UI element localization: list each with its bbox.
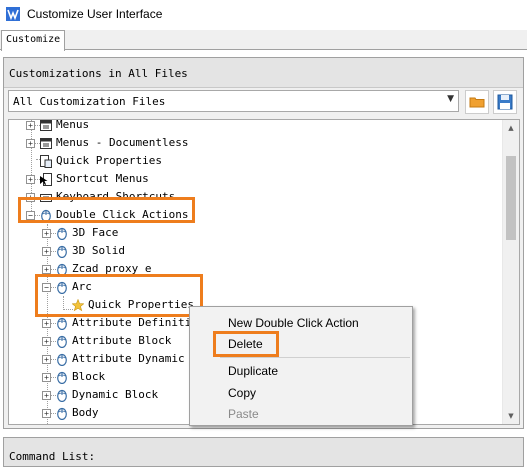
tree-node[interactable]: + Zcad_proxy_e <box>9 260 499 278</box>
expand-icon[interactable]: + <box>42 265 51 274</box>
title-bar: Customize User Interface <box>0 0 527 30</box>
tree-node-label: Arc <box>72 280 92 293</box>
mouse-icon <box>56 317 68 331</box>
star-icon <box>71 298 85 312</box>
open-file-button[interactable] <box>465 90 489 114</box>
customization-file-select[interactable]: All Customization Files ▼ <box>8 90 459 112</box>
tree-node-label: Dynamic Block <box>72 388 159 401</box>
save-icon <box>497 94 513 110</box>
expand-icon[interactable]: + <box>42 247 51 256</box>
tree-node-label: 3D Solid <box>72 244 125 257</box>
tree-node-label: Attribute Dynamic B <box>72 352 198 365</box>
tree-scrollbar[interactable]: ▲ ▼ <box>502 120 519 424</box>
menu-item-copy[interactable]: Copy <box>190 383 412 403</box>
quick-properties-icon <box>40 155 52 168</box>
menu-icon <box>40 120 52 132</box>
tree-node[interactable]: − Double Click Actions <box>9 206 499 224</box>
mouse-icon <box>56 353 68 367</box>
mouse-icon <box>56 227 68 241</box>
expand-icon[interactable]: + <box>26 121 35 130</box>
scroll-down-icon[interactable]: ▼ <box>503 408 519 424</box>
tree-node[interactable]: +3D Solid <box>9 242 499 260</box>
menu-item-new-double-click-action[interactable]: New Double Click Action <box>190 313 412 333</box>
mouse-icon <box>56 371 68 385</box>
expand-icon[interactable]: + <box>42 355 51 364</box>
keyboard-icon <box>40 191 52 204</box>
tree-node-label: Attribute Block <box>72 334 172 347</box>
mouse-icon <box>40 209 52 223</box>
tree-node-label: Attribute Definitio <box>72 316 198 329</box>
menu-separator <box>220 357 410 358</box>
tree-node-label: Shortcut Menus <box>56 172 149 185</box>
mouse-icon <box>56 245 68 259</box>
app-logo-icon <box>6 7 20 21</box>
tree-node[interactable]: − Arc <box>9 278 499 296</box>
window-title: Customize User Interface <box>27 7 163 21</box>
panel-header: Customizations in All Files <box>4 58 523 88</box>
tree-node[interactable]: Quick Properties <box>9 152 499 170</box>
mouse-icon <box>56 335 68 349</box>
tree-node[interactable]: + Menus <box>9 119 499 134</box>
expand-icon[interactable]: + <box>42 391 51 400</box>
mouse-icon <box>56 407 68 421</box>
expand-icon[interactable]: + <box>42 337 51 346</box>
tab-customize[interactable]: Customize <box>1 30 65 51</box>
scroll-up-icon[interactable]: ▲ <box>503 120 519 136</box>
command-list-panel: Command List: <box>3 437 524 467</box>
tree-node-label: Quick Properties <box>56 154 162 167</box>
collapse-icon[interactable]: − <box>42 283 51 292</box>
tab-strip: Customize <box>0 30 527 51</box>
tree-node-label: Body <box>72 406 99 419</box>
menu-item-paste: Paste <box>228 407 259 421</box>
expand-icon[interactable]: + <box>42 373 51 382</box>
tree-node[interactable]: +3D Face <box>9 224 499 242</box>
mouse-icon <box>56 263 68 277</box>
menu-item-duplicate[interactable]: Duplicate <box>190 361 412 381</box>
tree-node-label: Menus <box>56 119 90 131</box>
mouse-icon <box>56 281 68 295</box>
tree-node-label: Circle <box>72 424 112 425</box>
context-menu: New Double Click Action Delete Duplicate… <box>189 306 413 426</box>
tree-node[interactable]: + Shortcut Menus <box>9 170 499 188</box>
expand-icon[interactable]: + <box>42 409 51 418</box>
expand-icon[interactable]: + <box>26 175 35 184</box>
expand-icon[interactable]: + <box>26 193 35 202</box>
tree-node-label: Menus - Documentless <box>56 136 189 149</box>
tree-node[interactable]: + Menus - Documentless <box>9 134 499 152</box>
menu-item-delete[interactable]: Delete <box>190 334 412 354</box>
tree-node[interactable]: + Keyboard Shortcuts <box>9 188 499 206</box>
shortcut-menu-icon <box>40 173 52 186</box>
expand-icon[interactable]: + <box>42 229 51 238</box>
tree-node-label: Zcad_proxy_e <box>72 262 152 275</box>
expand-icon[interactable]: + <box>26 139 35 148</box>
expand-icon[interactable]: + <box>42 319 51 328</box>
mouse-icon <box>56 389 68 403</box>
tree-node-label: Block <box>72 370 106 383</box>
open-folder-icon <box>469 97 485 108</box>
tree-node-label: Double Click Actions <box>56 208 189 221</box>
chevron-down-icon: ▼ <box>447 94 454 104</box>
tree-node-label: Keyboard Shortcuts <box>56 190 176 203</box>
tree-node-label: Quick Properties <box>88 298 194 311</box>
file-select-value: All Customization Files <box>13 95 166 108</box>
command-list-label: Command List: <box>9 450 96 463</box>
scrollbar-thumb[interactable] <box>506 156 516 240</box>
menu-icon <box>40 137 52 150</box>
save-button[interactable] <box>493 90 517 114</box>
collapse-icon[interactable]: − <box>26 211 35 220</box>
tree-node-label: 3D Face <box>72 226 119 239</box>
